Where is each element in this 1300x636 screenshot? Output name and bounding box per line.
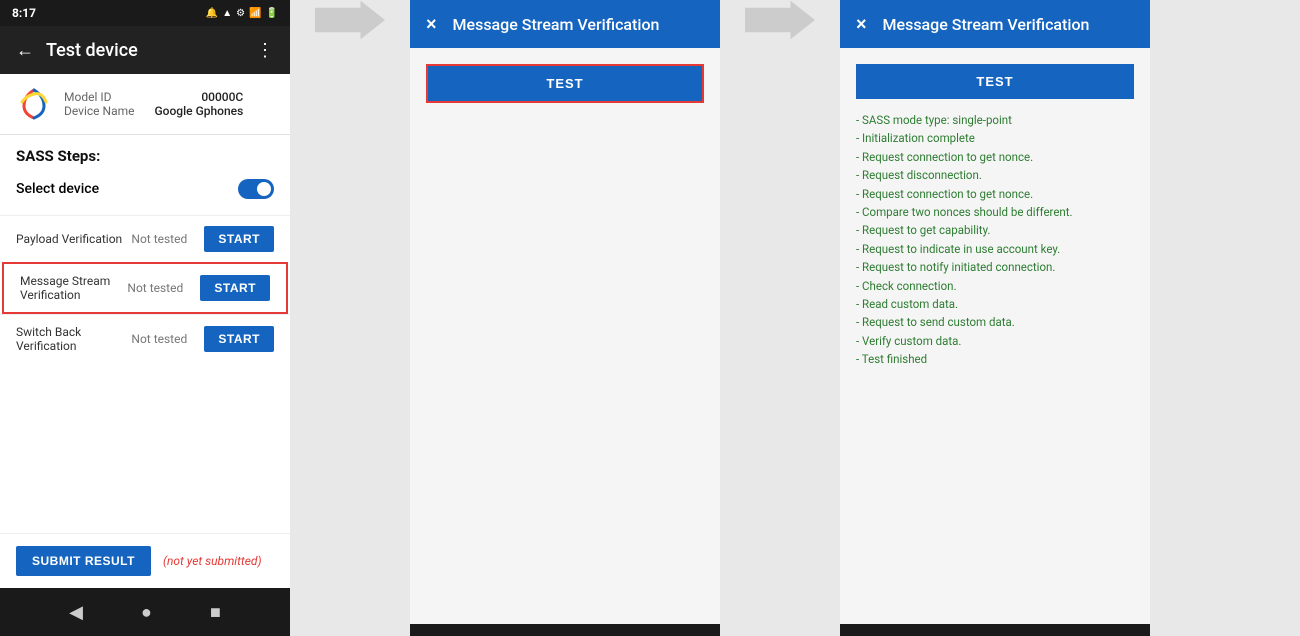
dialog-title-2: Message Stream Verification	[883, 15, 1134, 34]
model-id-label: Model ID	[64, 90, 111, 104]
back-nav-button[interactable]: ◀	[61, 594, 91, 631]
log-line-2: - Request connection to get nonce.	[856, 148, 1134, 166]
step-row-payload: Payload Verification Not tested START	[0, 215, 290, 262]
sass-title: SASS Steps:	[16, 147, 274, 165]
recents-nav-button[interactable]: ■	[202, 594, 229, 631]
steps-list: Payload Verification Not tested START Me…	[0, 215, 290, 533]
log-line-10: - Read custom data.	[856, 295, 1134, 313]
status-time: 8:17	[12, 6, 36, 20]
test-button-2[interactable]: TEST	[856, 64, 1134, 99]
log-lines: - SASS mode type: single-point- Initiali…	[856, 111, 1134, 368]
log-line-4: - Request connection to get nonce.	[856, 185, 1134, 203]
dialog-header-2: × Message Stream Verification	[840, 0, 1150, 48]
step-status-switch-back: Not tested	[131, 332, 196, 346]
step-status-payload: Not tested	[131, 232, 196, 246]
log-line-5: - Compare two nonces should be different…	[856, 203, 1134, 221]
start-button-message-stream[interactable]: START	[200, 275, 270, 301]
model-id-row: Model ID 00000C	[64, 90, 243, 104]
notification-icon: 🔔	[206, 8, 218, 19]
device-details: Model ID 00000C Device Name Google Gphon…	[64, 90, 243, 118]
app-bar: ← Test device ⋮	[0, 26, 290, 74]
model-id-value: 00000C	[201, 90, 243, 104]
phone-content: ← Test device ⋮ Model ID 00000C Device N…	[0, 26, 290, 588]
step-row-switch-back: Switch Back Verification Not tested STAR…	[0, 314, 290, 363]
log-line-9: - Check connection.	[856, 277, 1134, 295]
device-name-row: Device Name Google Gphones	[64, 104, 243, 118]
step-name-switch-back: Switch Back Verification	[16, 325, 123, 353]
log-line-7: - Request to indicate in use account key…	[856, 240, 1134, 258]
battery-icon: 🔋	[266, 8, 278, 19]
back-icon[interactable]: ←	[16, 40, 34, 61]
step-row-message-stream: Message Stream Verification Not tested S…	[2, 262, 288, 314]
close-button-2[interactable]: ×	[856, 14, 867, 35]
start-button-switch-back[interactable]: START	[204, 326, 274, 352]
dialog-header-1: × Message Stream Verification	[410, 0, 720, 48]
select-device-label: Select device	[16, 181, 99, 197]
phone-nav: ◀ ● ■	[0, 588, 290, 636]
phone-panel: 8:17 🔔 ▲ ⚙ 📶 🔋 ← Test device ⋮	[0, 0, 290, 636]
log-line-8: - Request to notify initiated connection…	[856, 258, 1134, 276]
submit-result-button[interactable]: SUBMIT RESULT	[16, 546, 151, 576]
app-bar-left: ← Test device	[16, 40, 138, 61]
status-icons: 🔔 ▲ ⚙ 📶 🔋	[206, 8, 278, 19]
dialog-title-1: Message Stream Verification	[453, 15, 704, 34]
log-line-3: - Request disconnection.	[856, 166, 1134, 184]
sass-section: SASS Steps: Select device	[0, 135, 290, 215]
log-line-11: - Request to send custom data.	[856, 313, 1134, 331]
log-line-13: - Test finished	[856, 350, 1134, 368]
dialog-body-1: TEST	[410, 48, 720, 624]
log-line-0: - SASS mode type: single-point	[856, 111, 1134, 129]
log-line-1: - Initialization complete	[856, 129, 1134, 147]
step-status-message-stream: Not tested	[127, 281, 192, 295]
signal-icon: 📶	[249, 8, 261, 19]
step-name-message-stream: Message Stream Verification	[20, 274, 119, 302]
device-info: Model ID 00000C Device Name Google Gphon…	[0, 74, 290, 135]
step-name-payload: Payload Verification	[16, 232, 123, 246]
select-device-row: Select device	[16, 173, 274, 207]
dialog-footer-2	[840, 624, 1150, 636]
dialog-panel-2: × Message Stream Verification TEST - SAS…	[840, 0, 1150, 636]
more-icon[interactable]: ⋮	[256, 40, 274, 61]
log-line-6: - Request to get capability.	[856, 221, 1134, 239]
app-bar-title: Test device	[46, 40, 138, 61]
arrow-1-icon	[315, 0, 385, 40]
app-logo	[16, 86, 52, 122]
wifi-icon: ▲	[222, 8, 232, 19]
select-device-toggle[interactable]	[238, 179, 274, 199]
status-bar: 8:17 🔔 ▲ ⚙ 📶 🔋	[0, 0, 290, 26]
start-button-payload[interactable]: START	[204, 226, 274, 252]
home-nav-button[interactable]: ●	[133, 594, 160, 631]
submit-section: SUBMIT RESULT (not yet submitted)	[0, 533, 290, 588]
dialog-body-2: TEST - SASS mode type: single-point- Ini…	[840, 48, 1150, 624]
dialog-panel-1: × Message Stream Verification TEST	[410, 0, 720, 636]
settings-icon: ⚙	[236, 8, 245, 19]
device-name-value: Google Gphones	[155, 104, 244, 118]
device-name-label: Device Name	[64, 104, 135, 118]
arrow-1-container	[290, 0, 410, 40]
dialog-footer-1	[410, 624, 720, 636]
close-button-1[interactable]: ×	[426, 14, 437, 35]
arrow-2-icon	[745, 0, 815, 40]
arrow-2-container	[720, 0, 840, 40]
test-btn-wrapper-highlighted-1: TEST	[426, 64, 704, 103]
log-line-12: - Verify custom data.	[856, 332, 1134, 350]
not-submitted-text: (not yet submitted)	[163, 554, 262, 568]
test-button-1[interactable]: TEST	[428, 66, 702, 101]
